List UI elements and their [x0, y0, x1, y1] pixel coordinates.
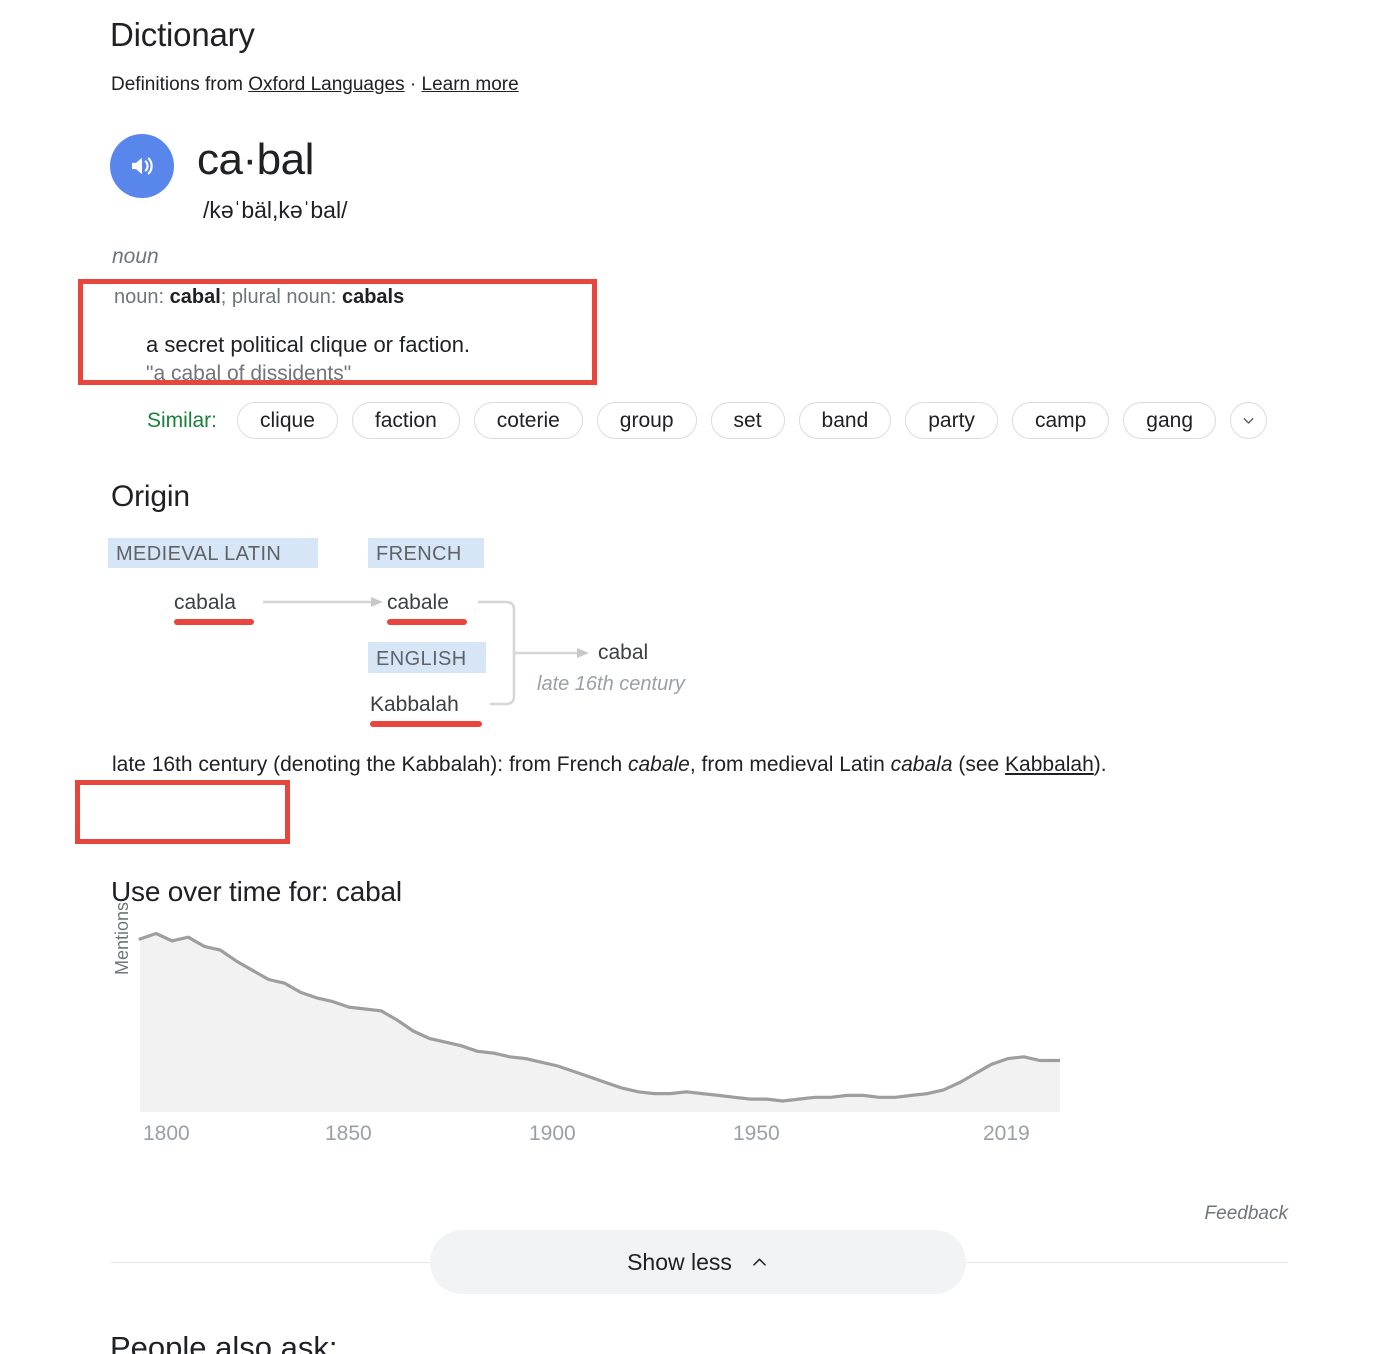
etymology-date-label: late 16th century — [537, 673, 686, 695]
etymology-word-cabale: cabale — [387, 591, 449, 614]
etymology-text-part1: late 16th century (denoting the Kabbalah… — [112, 753, 628, 776]
similar-words-row: Similar: clique faction coterie group se… — [147, 402, 1268, 439]
etymology-word-cabal: cabal — [598, 641, 648, 664]
people-also-ask-heading: People also ask: — [110, 1330, 338, 1354]
underline-cabala — [174, 619, 254, 625]
similar-chip-gang[interactable]: gang — [1123, 402, 1217, 439]
dictionary-result-panel: Dictionary Definitions from Oxford Langu… — [0, 0, 1380, 1354]
lang-label-medieval-latin: MEDIEVAL LATIN — [116, 543, 281, 565]
kabbalah-highlight-box — [75, 780, 290, 844]
part-of-speech: noun — [112, 245, 159, 268]
usage-chart[interactable] — [100, 920, 1062, 1125]
pronounce-audio-button[interactable] — [110, 134, 174, 198]
similar-label: Similar: — [147, 408, 218, 432]
etymology-diagram: MEDIEVAL LATIN FRENCH ENGLISH cabala cab… — [108, 538, 686, 727]
lang-label-french: FRENCH — [376, 543, 462, 565]
chart-xtick-1850: 1850 — [325, 1122, 372, 1145]
etymology-paragraph: late 16th century (denoting the Kabbalah… — [112, 744, 1212, 786]
arrow-head-latin-to-french — [371, 597, 383, 607]
chart-title: Use over time for: cabal — [111, 876, 402, 907]
similar-chip-group[interactable]: group — [596, 402, 697, 439]
etymology-italic-cabala: cabala — [890, 753, 953, 776]
etymology-text-part4: ). — [1093, 753, 1107, 776]
similar-chip-clique[interactable]: clique — [237, 402, 338, 439]
similar-chip-camp[interactable]: camp — [1011, 402, 1110, 439]
chevron-down-icon — [1243, 417, 1254, 424]
definitions-source: Definitions from Oxford Languages · Lear… — [111, 74, 519, 96]
origin-heading: Origin — [111, 480, 190, 513]
definition-example: "a cabal of dissidents" — [146, 362, 352, 385]
feedback-link[interactable]: Feedback — [1205, 1203, 1288, 1225]
speaker-icon — [132, 157, 153, 175]
chevron-up-icon — [753, 1258, 766, 1266]
chart-area-fill — [140, 933, 1060, 1112]
similar-chip-party[interactable]: party — [905, 402, 998, 439]
page-title: Dictionary — [110, 16, 255, 53]
usage-chart-svg — [138, 931, 1062, 1112]
similar-chip-set[interactable]: set — [710, 402, 785, 439]
similar-expand-button[interactable] — [1230, 402, 1268, 439]
etymology-word-kabbalah: Kabbalah — [370, 693, 459, 716]
similar-chip-band[interactable]: band — [798, 402, 892, 439]
definitions-prefix-text: Definitions from — [111, 74, 249, 95]
source-separator: · — [404, 74, 422, 95]
sense-head-mid: ; plural noun: — [220, 286, 342, 308]
oxford-languages-link[interactable]: Oxford Languages — [248, 74, 404, 95]
similar-chip-faction[interactable]: faction — [351, 402, 460, 439]
learn-more-link[interactable]: Learn more — [422, 74, 519, 95]
sense-header: noun: cabal; plural noun: cabals — [114, 286, 404, 309]
show-less-button[interactable]: Show less — [430, 1230, 966, 1294]
chart-xtick-1950: 1950 — [733, 1122, 780, 1145]
etymology-italic-cabale: cabale — [627, 753, 690, 776]
etymology-word-cabala: cabala — [174, 591, 236, 614]
sense-head-plural: cabals — [341, 286, 405, 308]
underline-kabbalah — [370, 721, 482, 727]
definition-text: a secret political clique or faction. — [146, 332, 471, 357]
show-less-label: Show less — [627, 1248, 732, 1275]
chart-xtick-2019: 2019 — [983, 1122, 1030, 1145]
lang-label-english: ENGLISH — [376, 648, 467, 670]
sense-head-prefix: noun: — [114, 286, 170, 308]
chart-xtick-1900: 1900 — [529, 1122, 576, 1145]
underline-cabale — [387, 619, 467, 625]
etymology-text-part3: (see — [952, 753, 1006, 776]
chart-xtick-1800: 1800 — [143, 1122, 190, 1145]
arrow-head-to-cabal — [577, 648, 589, 658]
similar-chip-coterie[interactable]: coterie — [473, 402, 583, 439]
etymology-text-part2: , from medieval Latin — [689, 753, 891, 776]
headword: ca·bal — [197, 135, 314, 184]
kabbalah-link[interactable]: Kabbalah — [1005, 753, 1094, 776]
phonetic-transcription: /kəˈbäl,kəˈbal/ — [203, 197, 348, 223]
sense-head-singular: cabal — [169, 286, 221, 308]
